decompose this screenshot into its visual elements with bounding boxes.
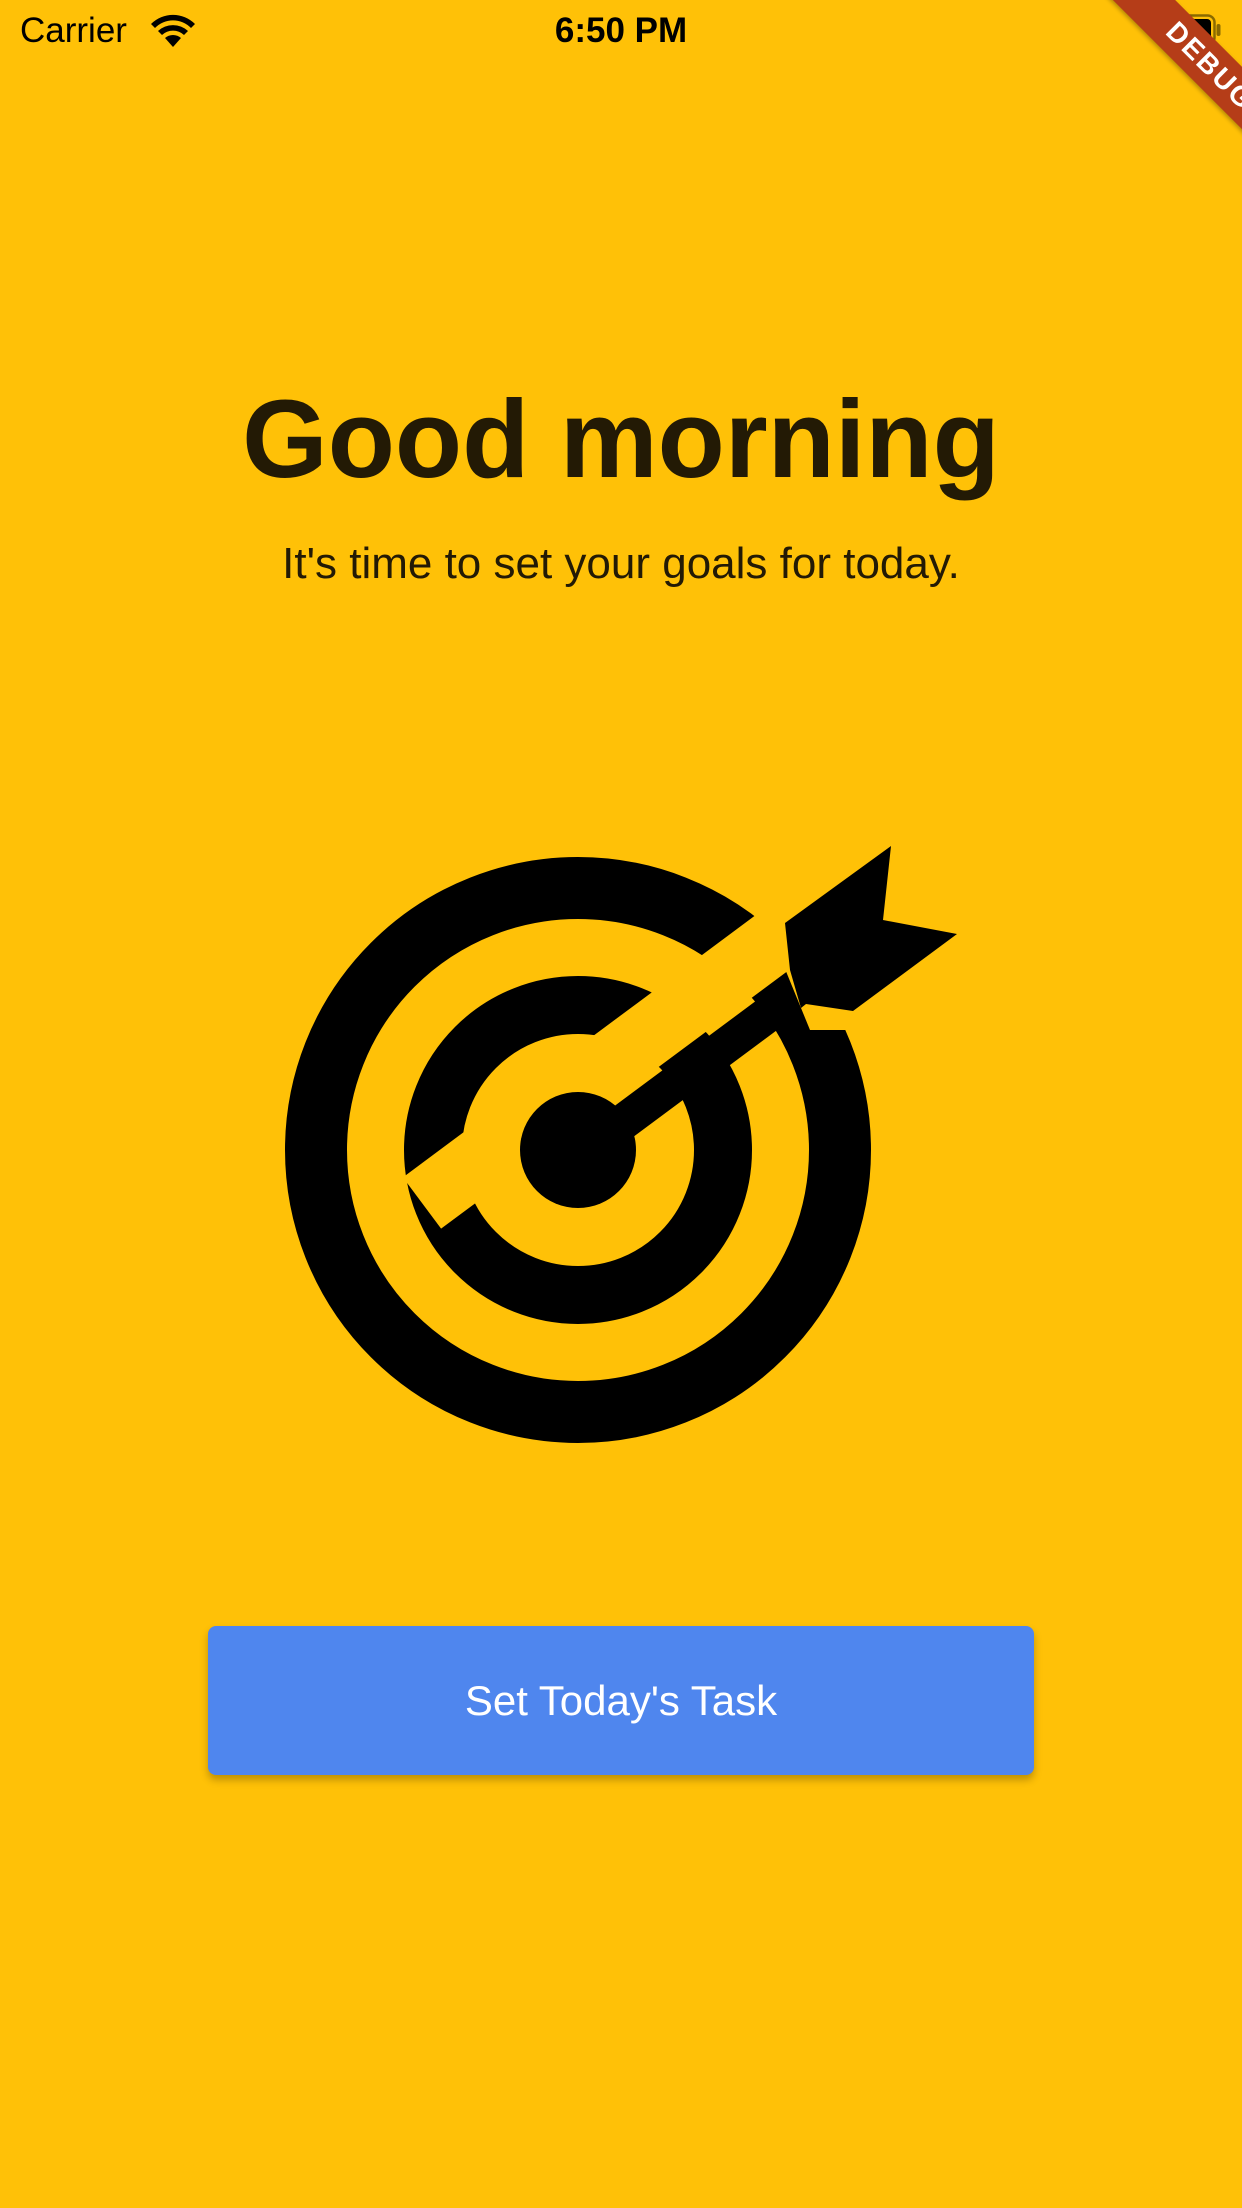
status-time: 6:50 PM xyxy=(554,11,688,50)
battery-icon xyxy=(1154,14,1222,46)
status-bar: Carrier 6:50 PM xyxy=(0,0,1242,62)
greeting-subtitle: It's time to set your goals for today. xyxy=(282,539,960,588)
target-arrow-icon xyxy=(270,830,970,1460)
greeting-title: Good morning xyxy=(242,378,1000,501)
set-todays-task-button[interactable]: Set Today's Task xyxy=(208,1626,1034,1775)
